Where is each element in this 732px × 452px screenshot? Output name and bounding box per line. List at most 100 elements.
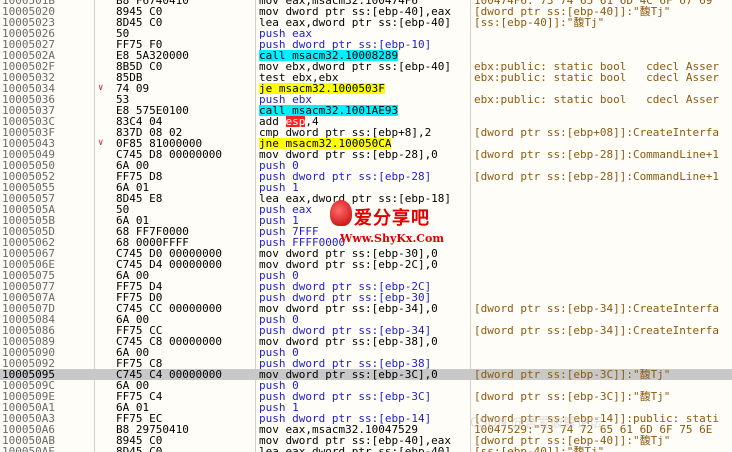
instruction-cell: push eax	[259, 28, 469, 39]
disassembly-row[interactable]: 10005037 E8 575E0100 call msacm32.1001AE93	[0, 105, 732, 116]
disassembly-row[interactable]: 10005050 6A 00 push 0	[0, 160, 732, 171]
disassembly-row[interactable]: 1000509E FF75 C4 push dword ptr ss:[ebp-3C…	[0, 391, 732, 402]
disassembly-row[interactable]: 10005084 6A 00 push 0	[0, 314, 732, 325]
instruction-text: mov ebx,dword ptr ss:[ebp-40]	[259, 61, 452, 72]
comment-cell	[474, 193, 732, 204]
jump-marker-icon	[98, 369, 110, 380]
jump-marker-icon	[98, 435, 110, 446]
instruction-text: add	[259, 116, 286, 127]
comment-cell	[474, 160, 732, 171]
instruction-cell: push 0	[259, 160, 469, 171]
disassembly-row[interactable]: 10005089 C745 C8 00000000 mov dword ptr ss…	[0, 336, 732, 347]
disassembly-row[interactable]: 1000502A E8 5A320000 call msacm32.10008289	[0, 50, 732, 61]
disassembly-row[interactable]: 10005027 FF75 F0 push dword ptr ss:[ebp-10…	[0, 39, 732, 50]
address-cell: 1000505A	[2, 204, 55, 215]
comment-cell	[474, 281, 732, 292]
jump-marker-icon	[98, 446, 110, 452]
instruction-suffix: ,4	[305, 116, 319, 127]
comment-cell: [dword ptr ss:[ebp-3C]]:"馥Tj"	[474, 391, 671, 402]
disassembly-row[interactable]: 10005036 53 push ebx ebx:public: static boo…	[0, 94, 732, 105]
comment-cell	[474, 248, 732, 259]
instruction-cell: push dword ptr ss:[ebp-28]	[259, 171, 469, 182]
comment-cell: [dword ptr ss:[ebp-3C]]:"馥Tj"	[474, 369, 671, 380]
bytes-cell: 6A 00	[116, 270, 150, 281]
disassembly-row[interactable]: 10005052 FF75 D8 push dword ptr ss:[ebp-28…	[0, 171, 732, 182]
disassembly-row[interactable]: 10005043 ∨ 0F85 81000000 jne msacm32.100050…	[0, 138, 732, 149]
instruction-highlight: je msacm32.1000503F	[259, 83, 385, 94]
comment-cell	[474, 314, 732, 325]
disassembly-row[interactable]: 10005034 ∨ 74 09 je msacm32.1000503F	[0, 83, 732, 94]
instruction-cell: lea eax,dword ptr ss:[ebp-40]	[259, 446, 469, 452]
address-cell: 10005027	[2, 39, 55, 50]
disassembly-row[interactable]: 1000507A FF75 D0 push dword ptr ss:[ebp-30…	[0, 292, 732, 303]
jump-marker-icon	[98, 105, 110, 116]
disassembly-row[interactable]: 1000503F 837D 08 02 cmp dword ptr ss:[ebp+…	[0, 127, 732, 138]
comment-cell: ebx:public: static bool __cdecl Asser	[474, 72, 720, 83]
bytes-cell: 8D45 C0	[116, 17, 163, 28]
bytes-cell: 68 0000FFFF	[116, 237, 189, 248]
comment-cell: ebx:public: static bool __cdecl Asser	[474, 61, 720, 72]
address-cell: 10005075	[2, 270, 55, 281]
disassembly-row[interactable]: 1000506E C745 D4 00000000 mov dword ptr ss…	[0, 259, 732, 270]
disassembly-row[interactable]: 1000503C 83C4 04 add esp,4	[0, 116, 732, 127]
disassembly-row[interactable]: 10005090 6A 00 push 0	[0, 347, 732, 358]
instruction-text: push 0	[259, 270, 299, 281]
disassembly-row[interactable]: 1000502F 8B5D C0 mov ebx,dword ptr ss:[ebp…	[0, 61, 732, 72]
instruction-highlight: call msacm32.10008289	[259, 50, 399, 61]
disassembly-row[interactable]: 100050AB 8945 C0 mov dword ptr ss:[ebp-40]…	[0, 435, 732, 446]
disassembly-view[interactable]: 1000501BB8 F6740410mov eax,msacm32.10047…	[0, 0, 732, 452]
instruction-text: push dword ptr ss:[ebp-2C]	[259, 281, 432, 292]
disassembly-row[interactable]: 10005032 85DB test ebx,ebx ebx:public: stat…	[0, 72, 732, 83]
disassembly-row[interactable]: 10005075 6A 00 push 0	[0, 270, 732, 281]
comment-cell	[474, 83, 732, 94]
address-cell: 10005034	[2, 83, 55, 94]
instruction-cell: add esp,4	[259, 116, 469, 127]
instruction-cell: push dword ptr ss:[ebp-2C]	[259, 281, 469, 292]
comment-cell	[474, 292, 732, 303]
bytes-cell: FF75 C4	[116, 391, 163, 402]
watermark-url: Www.ShyKx.Com	[340, 232, 445, 245]
comment-cell: [ss:[ebp-40]]:"馥Tj"	[474, 446, 732, 452]
disassembly-row[interactable]: 10005092 FF75 C8 push dword ptr ss:[ebp-38…	[0, 358, 732, 369]
address-cell: 100050A1	[2, 402, 55, 413]
bytes-cell: 6A 00	[116, 380, 150, 391]
instruction-text: push dword ptr ss:[ebp-10]	[259, 39, 432, 50]
bytes-cell: 53	[116, 94, 130, 105]
address-cell: 1000502A	[2, 50, 55, 61]
disassembly-row[interactable]: 1000509C 6A 00 push 0	[0, 380, 732, 391]
jump-marker-icon	[98, 259, 110, 270]
disassembly-row[interactable]: 10005095 C745 C4 00000000 mov dword ptr ss…	[0, 369, 732, 380]
instruction-text: push 1	[259, 402, 299, 413]
disassembly-row[interactable]: 10005020 8945 C0 mov dword ptr ss:[ebp-40]…	[0, 6, 732, 17]
jump-marker-icon	[98, 325, 110, 336]
comment-cell	[474, 270, 732, 281]
comment-cell	[474, 358, 732, 369]
disassembly-row[interactable]: 10005026 50 push eax	[0, 28, 732, 39]
instruction-cell: call msacm32.1001AE93	[259, 105, 469, 116]
comment-cell	[474, 39, 732, 50]
instruction-cell: push ebx	[259, 94, 469, 105]
instruction-highlight: call msacm32.1001AE93	[259, 105, 399, 116]
instruction-cell: push dword ptr ss:[ebp-3C]	[259, 391, 469, 402]
address-cell: 1000503F	[2, 127, 55, 138]
instruction-cell: push 0	[259, 380, 469, 391]
disassembly-row[interactable]: 100050AE 8D45 C0lea eax,dword ptr ss:[ebp…	[0, 446, 732, 452]
disassembly-row[interactable]: 10005086 FF75 CC push dword ptr ss:[ebp-34…	[0, 325, 732, 336]
instruction-text: push dword ptr ss:[ebp-14]	[259, 413, 432, 424]
instruction-text: push dword ptr ss:[ebp-3C]	[259, 391, 432, 402]
disassembly-row[interactable]: 10005049 C745 D8 00000000 mov dword ptr ss…	[0, 149, 732, 160]
bytes-cell: C745 C8 00000000	[116, 336, 222, 347]
watermark-title: 爱分享吧	[354, 208, 430, 229]
disassembly-row[interactable]: 1000507D C745 CC 00000000 mov dword ptr ss…	[0, 303, 732, 314]
jump-marker-icon	[98, 424, 110, 435]
disassembly-row[interactable]: 10005023 8D45 C0 lea eax,dword ptr ss:[ebp…	[0, 17, 732, 28]
bytes-cell: 6A 01	[116, 402, 150, 413]
bytes-cell: C745 C4 00000000	[116, 369, 222, 380]
instruction-text: mov dword ptr ss:[ebp-38],0	[259, 336, 438, 347]
jump-marker-icon	[98, 281, 110, 292]
jump-marker-icon	[98, 149, 110, 160]
instruction-text: push dword ptr ss:[ebp-34]	[259, 325, 432, 336]
disassembly-row[interactable]: 10005055 6A 01 push 1	[0, 182, 732, 193]
disassembly-row[interactable]: 10005077 FF75 D4 push dword ptr ss:[ebp-2C…	[0, 281, 732, 292]
instruction-text: push 0	[259, 314, 299, 325]
